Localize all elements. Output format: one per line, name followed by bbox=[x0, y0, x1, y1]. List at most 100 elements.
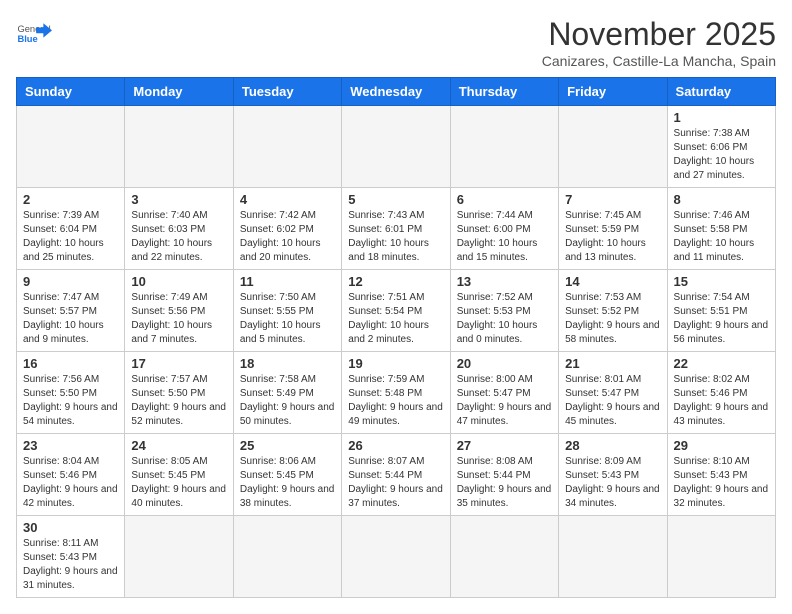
calendar-cell: 8Sunrise: 7:46 AM Sunset: 5:58 PM Daylig… bbox=[667, 188, 775, 270]
calendar-cell bbox=[125, 106, 233, 188]
weekday-header-tuesday: Tuesday bbox=[233, 78, 341, 106]
day-info: Sunrise: 7:58 AM Sunset: 5:49 PM Dayligh… bbox=[240, 373, 335, 429]
day-number: 11 bbox=[240, 274, 335, 289]
day-number: 21 bbox=[565, 356, 660, 371]
calendar-cell: 21 Sunrise: 8:01 AM Sunset: 5:47 PM Dayli… bbox=[559, 352, 667, 434]
day-number: 27 bbox=[457, 438, 552, 453]
day-info: Sunrise: 8:01 AM Sunset: 5:47 PM Dayligh… bbox=[565, 373, 660, 429]
day-number: 25 bbox=[240, 438, 335, 453]
calendar-cell: 19 Sunrise: 7:59 AM Sunset: 5:48 PM Dayli… bbox=[342, 352, 450, 434]
day-number: 28 bbox=[565, 438, 660, 453]
day-info: Sunrise: 7:45 AM Sunset: 5:59 PM Dayligh… bbox=[565, 209, 660, 265]
day-number: 6 bbox=[457, 192, 552, 207]
calendar: SundayMondayTuesdayWednesdayThursdayFrid… bbox=[16, 77, 776, 598]
calendar-cell: 9Sunrise: 7:47 AM Sunset: 5:57 PM Daylig… bbox=[17, 270, 125, 352]
week-row-1: 2 Sunrise: 7:39 AM Sunset: 6:04 PM Daylig… bbox=[17, 188, 776, 270]
day-info: Sunrise: 7:43 AM Sunset: 6:01 PM Dayligh… bbox=[348, 209, 443, 265]
weekday-header-saturday: Saturday bbox=[667, 78, 775, 106]
calendar-cell: 1 Sunrise: 7:38 AM Sunset: 6:06 PM Daylig… bbox=[667, 106, 775, 188]
day-info: Sunrise: 7:49 AM Sunset: 5:56 PM Dayligh… bbox=[131, 291, 226, 347]
calendar-cell: 3 Sunrise: 7:40 AM Sunset: 6:03 PM Daylig… bbox=[125, 188, 233, 270]
week-row-4: 23Sunrise: 8:04 AM Sunset: 5:46 PM Dayli… bbox=[17, 434, 776, 516]
svg-text:Blue: Blue bbox=[17, 34, 37, 44]
calendar-cell: 11Sunrise: 7:50 AM Sunset: 5:55 PM Dayli… bbox=[233, 270, 341, 352]
day-info: Sunrise: 7:38 AM Sunset: 6:06 PM Dayligh… bbox=[674, 127, 769, 183]
day-info: Sunrise: 7:40 AM Sunset: 6:03 PM Dayligh… bbox=[131, 209, 226, 265]
calendar-cell: 26 Sunrise: 8:07 AM Sunset: 5:44 PM Dayli… bbox=[342, 434, 450, 516]
day-number: 12 bbox=[348, 274, 443, 289]
calendar-cell bbox=[667, 516, 775, 598]
calendar-cell bbox=[559, 106, 667, 188]
day-info: Sunrise: 8:00 AM Sunset: 5:47 PM Dayligh… bbox=[457, 373, 552, 429]
day-number: 4 bbox=[240, 192, 335, 207]
calendar-cell: 15 Sunrise: 7:54 AM Sunset: 5:51 PM Dayli… bbox=[667, 270, 775, 352]
calendar-cell: 4 Sunrise: 7:42 AM Sunset: 6:02 PM Daylig… bbox=[233, 188, 341, 270]
weekday-header-sunday: Sunday bbox=[17, 78, 125, 106]
title-area: November 2025 Canizares, Castille-La Man… bbox=[542, 16, 776, 69]
calendar-cell: 24 Sunrise: 8:05 AM Sunset: 5:45 PM Dayli… bbox=[125, 434, 233, 516]
day-info: Sunrise: 7:47 AM Sunset: 5:57 PM Dayligh… bbox=[23, 291, 118, 347]
header: General Blue November 2025 Canizares, Ca… bbox=[16, 16, 776, 69]
day-info: Sunrise: 8:05 AM Sunset: 5:45 PM Dayligh… bbox=[131, 455, 226, 511]
week-row-5: 30Sunrise: 8:11 AM Sunset: 5:43 PM Dayli… bbox=[17, 516, 776, 598]
day-number: 10 bbox=[131, 274, 226, 289]
day-number: 26 bbox=[348, 438, 443, 453]
month-title: November 2025 bbox=[542, 16, 776, 53]
day-number: 17 bbox=[131, 356, 226, 371]
calendar-cell: 30Sunrise: 8:11 AM Sunset: 5:43 PM Dayli… bbox=[17, 516, 125, 598]
calendar-cell: 27 Sunrise: 8:08 AM Sunset: 5:44 PM Dayli… bbox=[450, 434, 558, 516]
day-info: Sunrise: 7:54 AM Sunset: 5:51 PM Dayligh… bbox=[674, 291, 769, 347]
day-info: Sunrise: 8:07 AM Sunset: 5:44 PM Dayligh… bbox=[348, 455, 443, 511]
weekday-header-monday: Monday bbox=[125, 78, 233, 106]
day-number: 16 bbox=[23, 356, 118, 371]
logo-icon: General Blue bbox=[16, 16, 52, 52]
day-number: 19 bbox=[348, 356, 443, 371]
day-info: Sunrise: 8:08 AM Sunset: 5:44 PM Dayligh… bbox=[457, 455, 552, 511]
day-number: 1 bbox=[674, 110, 769, 125]
day-info: Sunrise: 8:06 AM Sunset: 5:45 PM Dayligh… bbox=[240, 455, 335, 511]
calendar-cell bbox=[342, 106, 450, 188]
weekday-header-wednesday: Wednesday bbox=[342, 78, 450, 106]
calendar-cell: 22Sunrise: 8:02 AM Sunset: 5:46 PM Dayli… bbox=[667, 352, 775, 434]
day-number: 3 bbox=[131, 192, 226, 207]
day-info: Sunrise: 7:52 AM Sunset: 5:53 PM Dayligh… bbox=[457, 291, 552, 347]
day-number: 24 bbox=[131, 438, 226, 453]
day-info: Sunrise: 7:51 AM Sunset: 5:54 PM Dayligh… bbox=[348, 291, 443, 347]
weekday-header-row: SundayMondayTuesdayWednesdayThursdayFrid… bbox=[17, 78, 776, 106]
day-number: 18 bbox=[240, 356, 335, 371]
calendar-cell bbox=[450, 516, 558, 598]
day-number: 13 bbox=[457, 274, 552, 289]
calendar-cell: 14Sunrise: 7:53 AM Sunset: 5:52 PM Dayli… bbox=[559, 270, 667, 352]
calendar-cell bbox=[233, 516, 341, 598]
day-info: Sunrise: 7:39 AM Sunset: 6:04 PM Dayligh… bbox=[23, 209, 118, 265]
day-info: Sunrise: 7:42 AM Sunset: 6:02 PM Dayligh… bbox=[240, 209, 335, 265]
location-title: Canizares, Castille-La Mancha, Spain bbox=[542, 53, 776, 69]
day-number: 14 bbox=[565, 274, 660, 289]
calendar-cell bbox=[342, 516, 450, 598]
weekday-header-thursday: Thursday bbox=[450, 78, 558, 106]
day-number: 15 bbox=[674, 274, 769, 289]
day-number: 7 bbox=[565, 192, 660, 207]
day-info: Sunrise: 7:56 AM Sunset: 5:50 PM Dayligh… bbox=[23, 373, 118, 429]
day-info: Sunrise: 7:59 AM Sunset: 5:48 PM Dayligh… bbox=[348, 373, 443, 429]
day-info: Sunrise: 7:44 AM Sunset: 6:00 PM Dayligh… bbox=[457, 209, 552, 265]
week-row-3: 16 Sunrise: 7:56 AM Sunset: 5:50 PM Dayli… bbox=[17, 352, 776, 434]
calendar-cell: 6 Sunrise: 7:44 AM Sunset: 6:00 PM Daylig… bbox=[450, 188, 558, 270]
day-info: Sunrise: 8:04 AM Sunset: 5:46 PM Dayligh… bbox=[23, 455, 118, 511]
weekday-header-friday: Friday bbox=[559, 78, 667, 106]
day-info: Sunrise: 8:09 AM Sunset: 5:43 PM Dayligh… bbox=[565, 455, 660, 511]
calendar-cell bbox=[17, 106, 125, 188]
day-info: Sunrise: 7:46 AM Sunset: 5:58 PM Dayligh… bbox=[674, 209, 769, 265]
calendar-cell: 2 Sunrise: 7:39 AM Sunset: 6:04 PM Daylig… bbox=[17, 188, 125, 270]
calendar-cell: 25 Sunrise: 8:06 AM Sunset: 5:45 PM Dayli… bbox=[233, 434, 341, 516]
day-number: 2 bbox=[23, 192, 118, 207]
calendar-cell: 17Sunrise: 7:57 AM Sunset: 5:50 PM Dayli… bbox=[125, 352, 233, 434]
calendar-cell: 28 Sunrise: 8:09 AM Sunset: 5:43 PM Dayli… bbox=[559, 434, 667, 516]
calendar-cell: 20Sunrise: 8:00 AM Sunset: 5:47 PM Dayli… bbox=[450, 352, 558, 434]
week-row-0: 1 Sunrise: 7:38 AM Sunset: 6:06 PM Daylig… bbox=[17, 106, 776, 188]
day-number: 22 bbox=[674, 356, 769, 371]
logo: General Blue bbox=[16, 16, 52, 52]
calendar-cell bbox=[125, 516, 233, 598]
calendar-cell bbox=[233, 106, 341, 188]
day-info: Sunrise: 8:11 AM Sunset: 5:43 PM Dayligh… bbox=[23, 537, 118, 593]
